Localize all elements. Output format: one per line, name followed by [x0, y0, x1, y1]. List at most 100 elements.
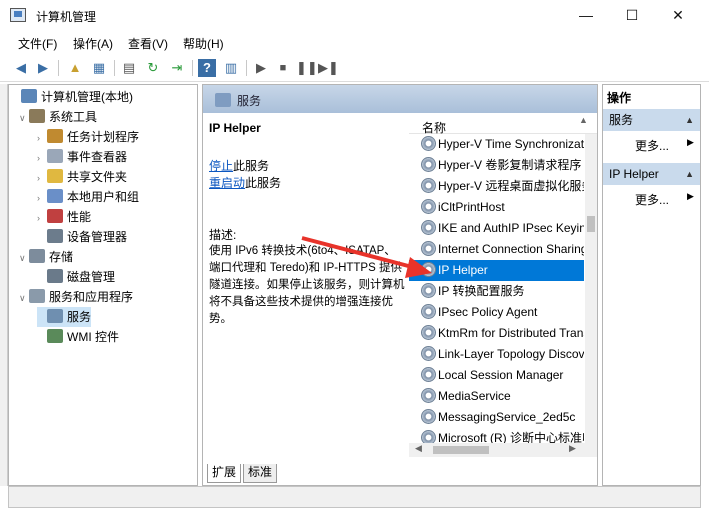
chevron-right-icon[interactable]: › [37, 208, 47, 228]
service-row[interactable]: iCltPrintHost [409, 197, 584, 218]
menu-help[interactable]: 帮助(H) [183, 35, 224, 52]
actions-pane: 操作 服务 ▲ 更多... ▶ IP Helper ▲ 更多... ▶ [602, 84, 701, 486]
chevron-right-icon[interactable]: › [37, 148, 47, 168]
service-row[interactable]: IP Helper [409, 260, 584, 281]
tree-item-label: 共享文件夹 [67, 170, 128, 184]
tree-item[interactable]: ∨ 存储 [19, 247, 73, 267]
chevron-up-icon[interactable]: ▲ [685, 163, 694, 185]
tree-item[interactable]: › 事件查看器 [37, 147, 127, 167]
close-button[interactable]: ✕ [655, 0, 701, 31]
action-pane-icon[interactable]: ▥ [222, 59, 240, 77]
properties-icon[interactable]: ▤ [120, 59, 138, 77]
minimize-button[interactable]: — [563, 0, 609, 31]
tree-item-label: 存储 [49, 250, 74, 264]
service-row[interactable]: Link-Layer Topology Discovery Mapper [409, 344, 584, 365]
tree-item[interactable]: › 任务计划程序 [37, 127, 139, 147]
service-row[interactable]: Hyper-V 卷影复制请求程序 [409, 155, 584, 176]
chevron-right-icon[interactable]: › [37, 128, 47, 148]
gear-icon [421, 346, 436, 361]
chevron-right-icon[interactable]: › [37, 168, 47, 188]
gear-icon [421, 241, 436, 256]
more-actions-services[interactable]: 更多... ▶ [635, 137, 694, 154]
stop-line: 停止此服务 [209, 157, 269, 174]
tree-item[interactable]: WMI 控件 [37, 327, 119, 347]
service-row[interactable]: MediaService [409, 386, 584, 407]
chevron-down-icon[interactable]: ∨ [19, 288, 29, 308]
description-label: 描述: [209, 228, 237, 242]
gear-icon [421, 367, 436, 382]
chevron-down-icon[interactable]: ∨ [19, 108, 29, 128]
restart-service-icon[interactable]: ▶❚ [318, 59, 339, 77]
gear-icon [421, 220, 436, 235]
service-row[interactable]: Hyper-V 远程桌面虚拟化服务 [409, 176, 584, 197]
tree-item[interactable]: › 性能 [37, 207, 91, 227]
stop-service-link[interactable]: 停止 [209, 159, 233, 173]
chevron-right-icon[interactable]: ▶ [569, 443, 576, 454]
actions-group-label: 服务 [609, 113, 634, 127]
maximize-button[interactable]: ☐ [609, 0, 655, 31]
tree-item[interactable]: ∨ 系统工具 [19, 107, 97, 127]
menu-view[interactable]: 查看(V) [128, 35, 168, 52]
tree-item[interactable]: › 共享文件夹 [37, 167, 127, 187]
services-icon [47, 309, 63, 323]
service-row[interactable]: Local Session Manager [409, 365, 584, 386]
service-row[interactable]: IKE and AuthIP IPsec Keying Modules [409, 218, 584, 239]
menu-action[interactable]: 操作(A) [73, 35, 113, 52]
toolbar-separator [192, 60, 193, 76]
menu-file[interactable]: 文件(F) [18, 35, 57, 52]
horizontal-scrollbar[interactable]: ◀ ▶ [409, 443, 597, 457]
show-hide-tree-icon[interactable]: ▦ [90, 59, 108, 77]
tree-item[interactable]: 设备管理器 [37, 227, 127, 247]
service-name: Local Session Manager [438, 368, 564, 382]
up-folder-icon[interactable]: ▲ [66, 59, 84, 77]
export-list-icon[interactable]: ⇥ [168, 59, 186, 77]
restart-line: 重启动此服务 [209, 174, 281, 191]
vertical-scroll-thumb[interactable] [587, 216, 595, 232]
service-row[interactable]: Internet Connection Sharing (ICS) [409, 239, 584, 260]
service-row[interactable]: Hyper-V Time Synchronization Service [409, 134, 584, 155]
tree-item[interactable]: ∨ 服务和应用程序 [19, 287, 133, 307]
back-arrow-icon[interactable]: ◀ [12, 59, 30, 77]
tab-extended[interactable]: 扩展 [207, 464, 242, 483]
service-row[interactable]: IPsec Policy Agent [409, 302, 584, 323]
tree-item[interactable]: 磁盘管理 [37, 267, 115, 287]
chevron-up-icon[interactable]: ▲ [685, 109, 694, 131]
wmi-icon [47, 329, 63, 343]
start-service-icon[interactable]: ▶ [252, 59, 270, 77]
service-name: IP 转换配置服务 [438, 284, 525, 298]
gear-icon [421, 136, 436, 151]
restart-service-link[interactable]: 重启动 [209, 176, 245, 190]
restart-suffix: 此服务 [245, 176, 282, 190]
service-row[interactable]: KtmRm for Distributed Transaction Coordi… [409, 323, 584, 344]
service-name: IPsec Policy Agent [438, 305, 538, 319]
actions-group-services[interactable]: 服务 ▲ [603, 109, 700, 131]
chevron-right-icon[interactable]: › [37, 188, 47, 208]
chevron-up-icon[interactable]: ▲ [579, 115, 588, 125]
service-name: MessagingService_2ed5c [438, 410, 576, 424]
refresh-icon[interactable]: ↻ [144, 59, 162, 77]
service-name: Internet Connection Sharing (ICS) [438, 242, 584, 256]
more-actions-ip-helper[interactable]: 更多... ▶ [635, 191, 694, 208]
horizontal-scroll-thumb[interactable] [433, 446, 489, 454]
menu-bar: 文件(F) 操作(A) 查看(V) 帮助(H) [0, 31, 709, 53]
stop-service-icon[interactable]: ■ [274, 59, 292, 77]
computer-mgmt-icon [21, 89, 37, 103]
service-row[interactable]: MessagingService_2ed5c [409, 407, 584, 428]
toolbar-separator [246, 60, 247, 76]
computer-mgmt-icon [10, 8, 26, 22]
event-viewer-icon [47, 149, 63, 163]
tree-item[interactable]: 服务 [37, 307, 92, 327]
chevron-left-icon[interactable]: ◀ [415, 443, 422, 454]
service-row[interactable]: IP 转换配置服务 [409, 281, 584, 302]
tree-item[interactable]: › 本地用户和组 [37, 187, 139, 207]
shared-folder-icon [47, 169, 63, 183]
help-icon[interactable]: ? [198, 59, 216, 77]
forward-arrow-icon[interactable]: ▶ [34, 59, 52, 77]
tab-standard[interactable]: 标准 [243, 464, 278, 483]
tree-item[interactable]: 计算机管理(本地) [11, 87, 133, 107]
actions-group-ip-helper[interactable]: IP Helper ▲ [603, 163, 700, 185]
chevron-down-icon[interactable]: ∨ [19, 248, 29, 268]
pause-service-icon[interactable]: ❚❚ [296, 59, 318, 77]
vertical-scrollbar[interactable]: ▼ [585, 134, 597, 457]
computer-management-window: 计算机管理 — ☐ ✕ 文件(F) 操作(A) 查看(V) 帮助(H) ◀ ▶ … [0, 0, 709, 515]
